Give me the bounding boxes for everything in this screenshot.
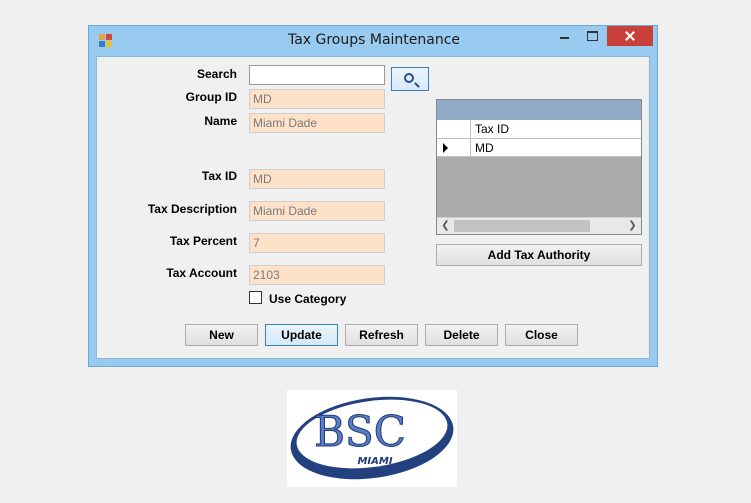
scroll-thumb[interactable] <box>454 220 590 232</box>
use-category-checkbox[interactable] <box>249 291 262 304</box>
close-button[interactable]: Close <box>505 324 578 346</box>
form-body: Search Group ID MD Name Miami Dade Tax I… <box>96 56 650 359</box>
tax-id-label: Tax ID <box>201 169 237 183</box>
minimize-button[interactable] <box>551 26 577 46</box>
use-category-label[interactable]: Use Category <box>269 292 346 306</box>
maximize-button[interactable] <box>579 26 605 46</box>
group-id-label: Group ID <box>185 90 237 104</box>
new-button[interactable]: New <box>185 324 258 346</box>
add-tax-authority-button[interactable]: Add Tax Authority <box>436 244 642 266</box>
logo-graphic: BSC MIAMI <box>290 396 454 480</box>
close-window-button[interactable] <box>607 26 653 46</box>
tax-authority-grid[interactable]: Tax ID MD ❮ ❯ <box>436 99 642 235</box>
tax-account-field[interactable]: 2103 <box>249 265 385 285</box>
name-label: Name <box>204 114 237 128</box>
tax-id-field[interactable]: MD <box>249 169 385 189</box>
grid-caption-bar <box>437 100 641 120</box>
bsc-miami-logo: BSC MIAMI <box>287 390 457 487</box>
scroll-left-icon[interactable]: ❮ <box>437 218 454 234</box>
search-input[interactable] <box>249 65 385 85</box>
logo-subtext: MIAMI <box>357 456 392 467</box>
refresh-button[interactable]: Refresh <box>345 324 418 346</box>
scroll-right-icon[interactable]: ❯ <box>624 218 641 234</box>
search-label: Search <box>196 67 237 81</box>
row-header-corner <box>437 120 471 138</box>
tax-description-field[interactable]: Miami Dade <box>249 201 385 221</box>
title-bar[interactable]: Tax Groups Maintenance <box>89 26 657 56</box>
table-row[interactable]: MD <box>437 139 641 157</box>
delete-button[interactable]: Delete <box>425 324 498 346</box>
current-row-arrow-icon <box>443 143 448 153</box>
group-id-field[interactable]: MD <box>249 89 385 109</box>
table-cell-tax-id[interactable]: MD <box>475 141 494 155</box>
tax-description-label: Tax Description <box>147 202 237 216</box>
column-header-tax-id[interactable]: Tax ID <box>475 122 509 136</box>
name-field[interactable]: Miami Dade <box>249 113 385 133</box>
tax-percent-field[interactable]: 7 <box>249 233 385 253</box>
search-button[interactable] <box>391 67 429 91</box>
tax-percent-label: Tax Percent <box>169 234 237 248</box>
update-button[interactable]: Update <box>265 324 338 346</box>
tax-account-label: Tax Account <box>166 266 237 280</box>
grid-horizontal-scrollbar[interactable]: ❮ ❯ <box>437 217 641 234</box>
logo-text: BSC <box>314 407 406 456</box>
tax-groups-window: Tax Groups Maintenance Search Group ID M… <box>88 25 658 367</box>
grid-header-row: Tax ID <box>437 120 641 139</box>
search-icon <box>404 73 414 83</box>
row-header-cell[interactable] <box>437 139 471 156</box>
